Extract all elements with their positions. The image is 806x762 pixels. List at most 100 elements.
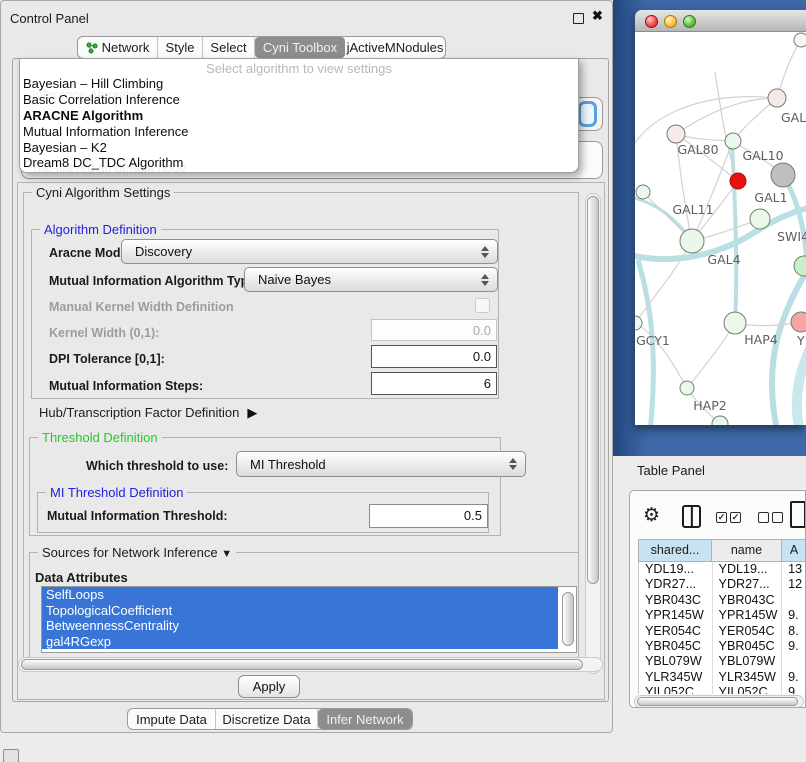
checked-checkbox-icon[interactable]: ✓: [716, 512, 727, 523]
control-panel-tabbar: Network Style Select Cyni Toolbox jActiv…: [77, 36, 446, 59]
node-label-swi4: SWI4: [777, 229, 806, 244]
node-label-hap4: HAP4: [744, 332, 777, 347]
tab-select[interactable]: Select: [203, 37, 255, 58]
close-icon[interactable]: ✖: [592, 8, 603, 24]
settings-hscrollbar-thumb[interactable]: [21, 659, 583, 670]
network-node-gal11[interactable]: [636, 185, 650, 199]
network-node-gal4[interactable]: [680, 229, 704, 253]
mi-threshold-field[interactable]: 0.5: [369, 504, 488, 528]
node-label-gal11: GAL11: [672, 202, 713, 217]
tab-style[interactable]: Style: [158, 37, 203, 58]
table-cell: YLR345W: [639, 670, 713, 685]
mi-steps-field[interactable]: 6: [371, 372, 497, 395]
table-cell: YBR045C: [713, 639, 783, 654]
zoom-traffic-light[interactable]: [683, 15, 696, 28]
settings-vertical-scrollbar[interactable]: [585, 193, 601, 674]
settings-horizontal-scrollbar[interactable]: [18, 657, 603, 672]
kernel-width-field[interactable]: 0.0: [371, 319, 497, 341]
popup-item[interactable]: Dream8 DC_TDC Algorithm: [23, 155, 188, 171]
table-horizontal-scrollbar[interactable]: [634, 695, 804, 708]
settings-scrollbar-thumb[interactable]: [587, 196, 599, 584]
unchecked-checkbox-icon[interactable]: [758, 512, 769, 523]
network-node[interactable]: [730, 173, 746, 189]
popup-item[interactable]: Basic Correlation Inference: [23, 92, 188, 108]
table-row[interactable]: YBR043CYBR043C: [639, 593, 806, 608]
attribute-list-item[interactable]: TopologicalCoefficient: [42, 603, 558, 619]
network-window-titlebar[interactable]: [635, 10, 806, 32]
aracne-mode-label: Aracne Mode:: [49, 246, 132, 260]
dpi-tolerance-field[interactable]: 0.0: [371, 345, 497, 368]
page-icon[interactable]: [790, 501, 806, 528]
network-node[interactable]: [794, 256, 806, 276]
sources-title-text: Sources for Network Inference: [42, 545, 218, 560]
data-attributes-list[interactable]: SelfLoopsTopologicalCoefficientBetweenne…: [41, 586, 577, 653]
close-traffic-light[interactable]: [645, 15, 658, 28]
which-threshold-combobox[interactable]: MI Threshold: [236, 451, 526, 477]
attribute-list-item[interactable]: BetweennessCentrality: [42, 618, 558, 634]
unchecked-checkbox-icon[interactable]: [772, 512, 783, 523]
popup-item[interactable]: Bayesian – K2: [23, 140, 188, 156]
network-node-y[interactable]: [791, 312, 806, 332]
tab-jactivemnodules[interactable]: jActiveMNodules: [345, 37, 445, 58]
tab-infer-network[interactable]: Infer Network: [318, 709, 412, 729]
aracne-mode-combobox[interactable]: Discovery: [121, 239, 498, 264]
network-node[interactable]: [794, 33, 806, 47]
popup-item[interactable]: Mutual Information Inference: [23, 124, 188, 140]
table-row[interactable]: YDR27...YDR27...12: [639, 577, 806, 592]
tab-network[interactable]: Network: [78, 37, 158, 58]
table-row[interactable]: YBL079WYBL079W: [639, 654, 806, 669]
network-node[interactable]: [712, 416, 728, 425]
popup-placeholder: Select algorithm to view settings: [20, 61, 578, 76]
tab-impute-data-label: Impute Data: [136, 712, 207, 727]
table-column-header[interactable]: shared...: [638, 539, 712, 562]
network-node-hap4[interactable]: [724, 312, 746, 334]
table-cell: YDR27...: [713, 577, 783, 592]
combobox-arrow-button[interactable]: [578, 101, 597, 127]
network-view-window[interactable]: GALGAL80GAL10GAL1GAL11GAL4SWI4GCY1HAP4YH…: [635, 10, 806, 425]
network-node-gcy1[interactable]: [635, 316, 642, 330]
hub-definition-expander[interactable]: Hub/Transcription Factor Definition▶: [39, 405, 257, 421]
down-triangle-icon[interactable]: ▼: [221, 548, 232, 560]
float-window-icon[interactable]: [573, 13, 584, 24]
control-panel-title: Control Panel: [10, 11, 89, 26]
table-row[interactable]: YIL052CYIL052C9.: [639, 685, 806, 694]
control-panel-window: Control Panel ✖ Network Style Select Cyn…: [0, 0, 613, 733]
split-columns-icon[interactable]: [682, 505, 701, 528]
table-column-header[interactable]: name: [712, 539, 782, 562]
network-node-gal80[interactable]: [667, 125, 685, 143]
popup-item[interactable]: Bayesian – Hill Climbing: [23, 76, 188, 92]
attribute-list-item[interactable]: gal4RGexp: [42, 634, 558, 650]
table-row[interactable]: YDL19...YDL19...13: [639, 562, 806, 577]
mi-type-combobox[interactable]: Naive Bayes: [244, 267, 498, 292]
network-node-gal10[interactable]: [725, 133, 741, 149]
collapsed-panel-icon[interactable]: [3, 749, 19, 762]
manual-kernel-checkbox[interactable]: [475, 298, 490, 313]
network-node-gal[interactable]: [768, 89, 786, 107]
network-node-gal1[interactable]: [750, 209, 770, 229]
tab-cyni-toolbox[interactable]: Cyni Toolbox: [255, 37, 345, 58]
table-row[interactable]: YLR345WYLR345W9.: [639, 670, 806, 685]
table-cell: YBL079W: [713, 654, 783, 669]
list-scrollbar[interactable]: [562, 590, 574, 646]
checked-checkbox-icon[interactable]: ✓: [730, 512, 741, 523]
tab-network-label: Network: [102, 40, 150, 55]
list-scrollbar-thumb[interactable]: [562, 592, 574, 646]
table-row[interactable]: YER054CYER054C8.: [639, 624, 806, 639]
node-label-gcy1: GCY1: [636, 333, 670, 348]
spinner-arrows-icon: [509, 458, 516, 470]
tab-discretize-data[interactable]: Discretize Data: [216, 709, 318, 729]
table-row[interactable]: YPR145WYPR145W9.: [639, 608, 806, 623]
table-row[interactable]: YBR045CYBR045C9.: [639, 639, 806, 654]
tab-impute-data[interactable]: Impute Data: [128, 709, 216, 729]
table-hscrollbar-thumb[interactable]: [637, 697, 798, 706]
table-column-header[interactable]: A: [782, 539, 806, 562]
network-graph[interactable]: GALGAL80GAL10GAL1GAL11GAL4SWI4GCY1HAP4YH…: [635, 32, 806, 425]
attribute-list-item[interactable]: SelfLoops: [42, 587, 558, 603]
network-node-hap2[interactable]: [680, 381, 694, 395]
gear-icon[interactable]: ⚙: [643, 504, 660, 526]
network-node[interactable]: [771, 163, 795, 187]
node-label-gal80: GAL80: [677, 142, 718, 157]
minimize-traffic-light[interactable]: [664, 15, 677, 28]
popup-item[interactable]: ARACNE Algorithm: [23, 108, 188, 124]
apply-button[interactable]: Apply: [238, 675, 300, 698]
